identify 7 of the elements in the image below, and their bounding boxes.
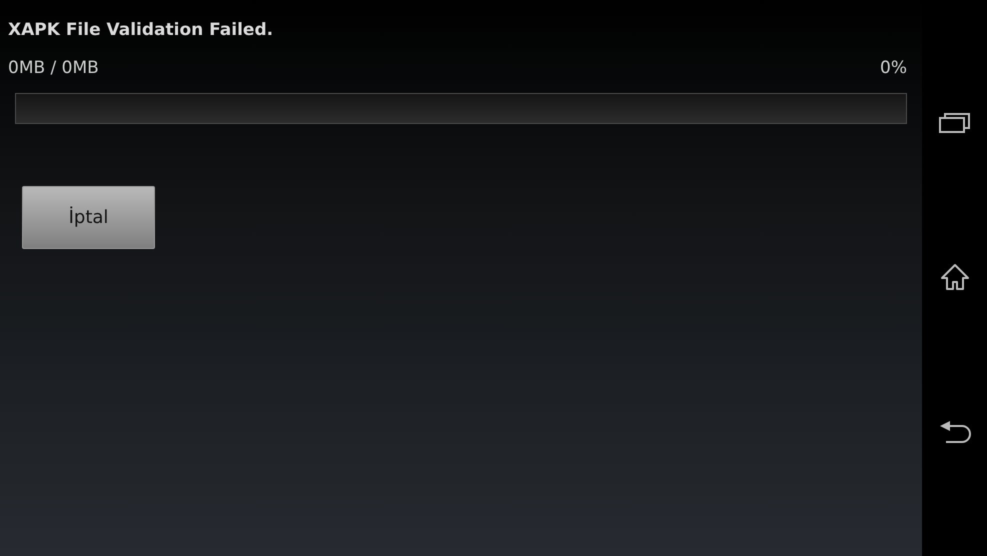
recent-apps-icon[interactable]	[938, 112, 970, 134]
home-icon[interactable]	[940, 262, 970, 291]
back-icon[interactable]	[938, 420, 972, 444]
percent-label: 0%	[880, 56, 907, 80]
cancel-button[interactable]: İptal	[22, 186, 155, 249]
size-label: 0MB / 0MB	[8, 56, 99, 80]
status-title: XAPK File Validation Failed.	[8, 19, 274, 42]
